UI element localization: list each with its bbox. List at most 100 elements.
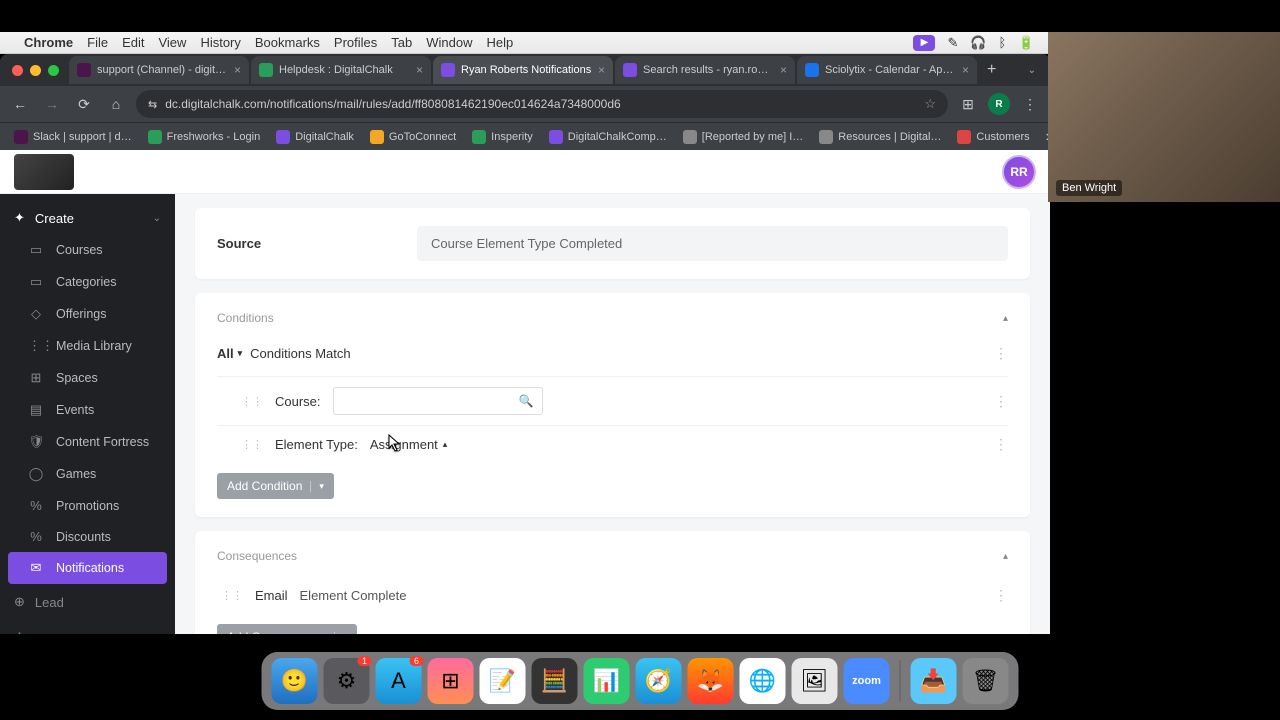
sidebar-section-learn[interactable]: ✲Learn xyxy=(0,620,175,634)
menu-file[interactable]: File xyxy=(87,35,108,50)
dock-chrome-icon[interactable]: 🌐 xyxy=(740,658,786,704)
dock-calculator-icon[interactable]: 🧮 xyxy=(532,658,578,704)
chrome-menu-icon[interactable]: ⋮ xyxy=(1018,92,1042,116)
close-tab-icon[interactable]: × xyxy=(234,63,241,77)
menu-view[interactable]: View xyxy=(158,35,186,50)
tab-search-results[interactable]: Search results - ryan.rober… × xyxy=(615,56,795,84)
dock-launchpad-icon[interactable]: ⊞ xyxy=(428,658,474,704)
sidebar-item-media-library[interactable]: ⋮⋮Media Library xyxy=(0,330,175,362)
dock-downloads-icon[interactable]: 📥 xyxy=(911,658,957,704)
bookmark-slack[interactable]: Slack | support | d… xyxy=(8,130,138,144)
zoom-window-button[interactable] xyxy=(48,65,59,76)
bookmark-gotoconnect[interactable]: GoToConnect xyxy=(364,130,462,144)
extensions-icon[interactable]: ⊞ xyxy=(956,92,980,116)
add-consequence-button[interactable]: Add Consequence ▾ xyxy=(217,624,357,634)
menu-tab[interactable]: Tab xyxy=(391,35,412,50)
drag-handle-icon[interactable]: ⋮⋮ xyxy=(241,395,263,408)
conditions-match-text: Conditions Match xyxy=(250,346,350,361)
bookmark-resources[interactable]: Resources | Digital… xyxy=(813,130,947,144)
drag-handle-icon[interactable]: ⋮⋮ xyxy=(241,438,263,451)
dock-trash-icon[interactable]: 🗑 xyxy=(963,658,1009,704)
bookmark-customers[interactable]: Customers xyxy=(951,130,1035,144)
menu-history[interactable]: History xyxy=(200,35,240,50)
bookmark-insperity[interactable]: Insperity xyxy=(466,130,539,144)
course-search-field[interactable]: 🔍 xyxy=(333,387,543,415)
battery-icon[interactable]: 🔋 xyxy=(1018,35,1034,51)
bookmark-dccomp[interactable]: DigitalChalkComp… xyxy=(543,130,673,144)
close-tab-icon[interactable]: × xyxy=(780,63,787,77)
headphones-icon[interactable]: 🎧 xyxy=(970,35,986,51)
menu-app-name[interactable]: Chrome xyxy=(24,35,73,50)
menu-profiles[interactable]: Profiles xyxy=(334,35,377,50)
main-content[interactable]: Source Course Element Type Completed Con… xyxy=(175,194,1050,634)
tab-calendar[interactable]: Sciolytix - Calendar - April 2… × xyxy=(797,56,977,84)
tab-support[interactable]: support (Channel) - digitalc… × xyxy=(69,56,249,84)
close-tab-icon[interactable]: × xyxy=(598,63,605,77)
row-menu-icon[interactable]: ⋮ xyxy=(994,436,1008,453)
menu-bookmarks[interactable]: Bookmarks xyxy=(255,35,320,50)
app-logo[interactable] xyxy=(14,154,74,190)
bookmark-reported[interactable]: [Reported by me] I… xyxy=(677,130,810,144)
sidebar-item-content-fortress[interactable]: 🛡Content Fortress xyxy=(0,426,175,458)
close-tab-icon[interactable]: × xyxy=(962,63,969,77)
course-search-input[interactable] xyxy=(342,394,519,408)
row-menu-icon[interactable]: ⋮ xyxy=(994,587,1008,604)
collapse-icon[interactable]: ▴ xyxy=(1003,313,1008,324)
tab-helpdesk[interactable]: Helpdesk : DigitalChalk × xyxy=(251,56,431,84)
back-button[interactable]: ← xyxy=(8,92,32,116)
add-condition-button[interactable]: Add Condition ▾ xyxy=(217,473,334,499)
menu-window[interactable]: Window xyxy=(426,35,472,50)
minimize-window-button[interactable] xyxy=(30,65,41,76)
dock-settings-icon[interactable]: ⚙1 xyxy=(324,658,370,704)
sidebar-item-spaces[interactable]: ⊞Spaces xyxy=(0,362,175,394)
sidebar-create[interactable]: ✦ Create ⌄ xyxy=(0,202,175,234)
close-window-button[interactable] xyxy=(12,65,23,76)
row-menu-icon[interactable]: ⋮ xyxy=(994,393,1008,410)
dock-zoom-icon[interactable]: zoom xyxy=(844,658,890,704)
menu-edit[interactable]: Edit xyxy=(122,35,144,50)
bookmark-digitalchalk[interactable]: DigitalChalk xyxy=(270,130,360,144)
dock-notes-icon[interactable]: 📝 xyxy=(480,658,526,704)
search-icon[interactable]: 🔍 xyxy=(519,394,534,408)
events-icon: ▤ xyxy=(28,402,44,418)
element-type-dropdown[interactable]: Assignment ▴ xyxy=(370,437,447,452)
pencil-icon[interactable]: ✎ xyxy=(947,35,958,51)
bookmark-favicon-icon xyxy=(370,130,384,144)
sidebar-item-notifications[interactable]: ✉Notifications xyxy=(8,552,167,584)
drag-handle-icon[interactable]: ⋮⋮ xyxy=(221,589,243,602)
match-all-dropdown[interactable]: All ▾ xyxy=(217,346,242,361)
sidebar-item-events[interactable]: ▤Events xyxy=(0,394,175,426)
sidebar-item-promotions[interactable]: %Promotions xyxy=(0,490,175,521)
sidebar-section-lead[interactable]: ⊕Lead xyxy=(0,584,175,620)
tab-dropdown-icon[interactable]: ⌄ xyxy=(1020,65,1044,76)
sidebar-item-offerings[interactable]: ◇Offerings xyxy=(0,298,175,330)
sidebar-item-courses[interactable]: ▭Courses xyxy=(0,234,175,266)
forward-button[interactable]: → xyxy=(40,92,64,116)
bookmark-star-icon[interactable]: ☆ xyxy=(924,96,936,112)
reload-button[interactable]: ⟳ xyxy=(72,92,96,116)
tab-notifications[interactable]: Ryan Roberts Notifications × xyxy=(433,56,613,84)
dock-firefox-icon[interactable]: 🦊 xyxy=(688,658,734,704)
home-button[interactable]: ⌂ xyxy=(104,92,128,116)
close-tab-icon[interactable]: × xyxy=(416,63,423,77)
sidebar-item-games[interactable]: ◯Games xyxy=(0,458,175,490)
profile-avatar-button[interactable]: R xyxy=(988,93,1010,115)
new-tab-button[interactable]: + xyxy=(979,61,1004,79)
collapse-icon[interactable]: ▴ xyxy=(1003,551,1008,562)
facetime-menubar-icon[interactable]: ▶ xyxy=(913,35,935,51)
dock-preview-icon[interactable]: 🖼 xyxy=(792,658,838,704)
menu-help[interactable]: Help xyxy=(487,35,514,50)
dock-safari-icon[interactable]: 🧭 xyxy=(636,658,682,704)
row-menu-icon[interactable]: ⋮ xyxy=(994,345,1008,362)
sidebar-item-categories[interactable]: ▭Categories xyxy=(0,266,175,298)
dock-numbers-icon[interactable]: 📊 xyxy=(584,658,630,704)
sidebar-item-discounts[interactable]: %Discounts xyxy=(0,521,175,552)
dock-finder-icon[interactable]: 🙂 xyxy=(272,658,318,704)
address-bar[interactable]: ⇆ dc.digitalchalk.com/notifications/mail… xyxy=(136,90,948,118)
bookmark-label: DigitalChalk xyxy=(295,131,354,143)
user-avatar[interactable]: RR xyxy=(1002,155,1036,189)
source-card: Source Course Element Type Completed xyxy=(195,208,1030,279)
bluetooth-icon[interactable]: ᛒ xyxy=(999,35,1007,50)
dock-appstore-icon[interactable]: A6 xyxy=(376,658,422,704)
bookmark-freshworks[interactable]: Freshworks - Login xyxy=(142,130,267,144)
